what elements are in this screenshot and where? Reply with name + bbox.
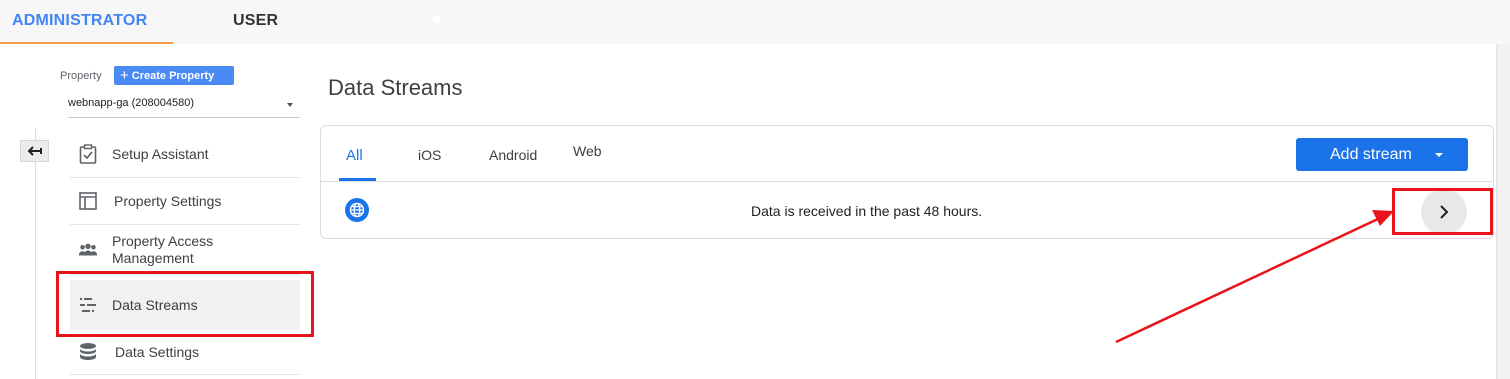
back-arrow-icon [27,146,42,156]
page-title: Data Streams [328,75,463,100]
tab-ios-label: iOS [418,147,442,163]
tab-android-label: Android [489,147,538,163]
sidebar-item-label: Property Settings [114,192,222,209]
sidebar-item-property-settings[interactable]: Property Settings [70,178,300,225]
property-label: Property [60,70,102,82]
stream-row[interactable]: Data is received in the past 48 hours. [321,182,1493,239]
nav-divider-line [35,128,36,379]
tab-web-label: Web [573,143,602,159]
add-stream-button[interactable]: Add stream [1296,138,1468,171]
create-property-label: Create Property [131,69,215,82]
globe-icon [345,198,369,222]
data-streams-card: All iOS Android Web Add stream Data is r… [320,125,1494,239]
dropdown-caret-icon [287,103,293,107]
sidebar-item-label: Setup Assistant [112,145,209,162]
clipboard-check-icon [78,144,98,164]
tab-ios[interactable]: iOS [418,126,441,181]
tab-android[interactable]: Android [489,126,537,181]
annotation-highlight-data-streams [56,271,314,337]
annotation-highlight-chevron [1392,188,1493,235]
tab-all-label: All [346,147,363,164]
sidebar-item-setup-assistant[interactable]: Setup Assistant [70,131,300,178]
sidebar-item-property-access-management[interactable]: Property Access Management [70,225,300,275]
add-stream-label: Add stream [1330,145,1412,163]
database-icon [78,342,98,362]
stream-status-text: Data is received in the past 48 hours. [751,203,983,219]
people-icon [78,240,98,260]
back-button[interactable] [20,140,49,162]
scrollbar-track[interactable] [1496,44,1510,379]
tab-web[interactable]: Web [573,126,602,181]
layout-icon [78,191,98,211]
chevron-down-icon [1435,153,1443,157]
tab-all[interactable]: All [339,126,376,181]
selected-property: webnapp-ga (208004580) [68,97,194,109]
top-tab-bar: ADMINISTRATOR USER [0,0,1510,44]
tab-administrator[interactable]: ADMINISTRATOR [0,0,173,44]
property-selector[interactable]: webnapp-ga (208004580) [68,97,300,118]
tab-user[interactable]: USER [233,0,278,44]
plus-icon: + [120,67,129,84]
create-property-button[interactable]: + Create Property [114,66,234,85]
top-bar-marker [433,16,440,23]
sidebar-item-label: Property Access Management [112,232,214,266]
sidebar-item-label: Data Settings [115,343,200,360]
